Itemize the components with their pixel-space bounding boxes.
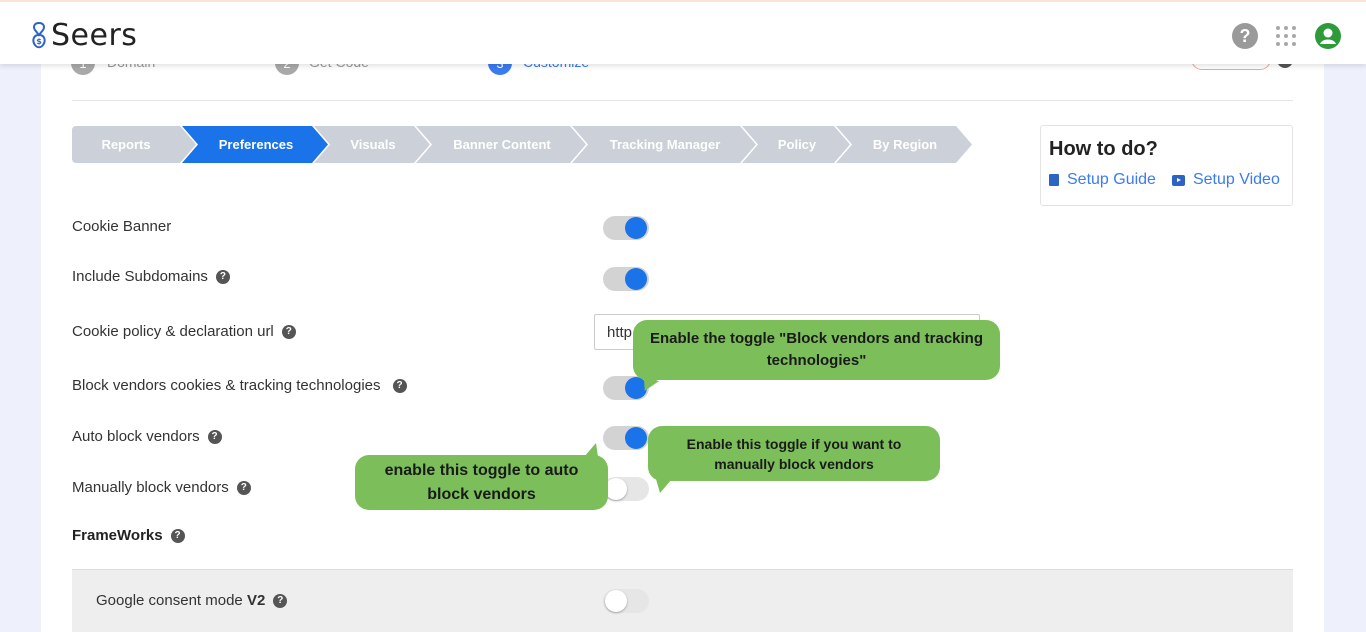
brand-name: Seers [51, 18, 138, 53]
divider [72, 100, 1293, 101]
auto-block-label: Auto block vendors [72, 428, 200, 445]
book-icon [1049, 174, 1059, 186]
gcm-version: V2 [246, 592, 266, 609]
callout-manual-block-text: Enable this toggle if you want to manual… [686, 435, 902, 472]
callout-auto-block-text: enable this toggle to auto block vendors [384, 461, 579, 503]
setup-guide-label: Setup Guide [1067, 171, 1156, 188]
include-subdomains-toggle[interactable] [603, 267, 649, 291]
setup-video-label: Setup Video [1192, 171, 1280, 188]
help-circle-icon[interactable]: ? [281, 324, 296, 339]
auto-block-row: Auto block vendors ? [72, 428, 222, 445]
help-circle-icon[interactable]: ? [273, 593, 288, 608]
tab-reports[interactable]: Reports [72, 126, 196, 163]
how-to-title: How to do? [1049, 138, 1158, 160]
google-consent-mode-row: Google consent mode V2 ? [96, 592, 288, 609]
help-circle-icon[interactable]: ? [170, 528, 185, 543]
video-icon [1171, 174, 1185, 186]
gcm-label: Google consent mode [96, 592, 243, 609]
help-icon[interactable]: ? [1232, 23, 1258, 49]
seers-logo-icon: $ [32, 21, 46, 48]
manual-block-label: Manually block vendors [72, 479, 229, 496]
setup-guide-link[interactable]: Setup Guide [1049, 171, 1156, 189]
top-bar: $ Seers ? [0, 0, 1366, 64]
help-circle-icon[interactable]: ? [392, 378, 407, 393]
svg-text:$: $ [36, 37, 42, 46]
tab-policy[interactable]: Policy [742, 126, 850, 163]
google-consent-mode-toggle[interactable] [603, 589, 649, 613]
cookie-banner-row: Cookie Banner [72, 218, 171, 235]
tab-tracking-manager[interactable]: Tracking Manager [572, 126, 756, 163]
manual-block-toggle[interactable] [603, 477, 649, 501]
frameworks-panel: Google consent mode V2 ? [72, 569, 1293, 632]
tab-visuals[interactable]: Visuals [314, 126, 430, 163]
callout-block-vendors-text: Enable the toggle "Block vendors and tra… [649, 330, 983, 369]
tab-preferences[interactable]: Preferences [182, 126, 328, 163]
block-vendors-label: Block vendors cookies & tracking technol… [72, 377, 381, 394]
help-circle-icon[interactable]: ? [207, 429, 222, 444]
include-subdomains-row: Include Subdomains ? [72, 268, 230, 285]
how-to-panel: How to do? Setup Guide Setup Video [1040, 125, 1293, 206]
seers-logo[interactable]: $ Seers [30, 18, 137, 53]
setup-video-link[interactable]: Setup Video [1171, 171, 1280, 189]
policy-url-row: Cookie policy & declaration url ? [72, 323, 296, 340]
auto-block-toggle[interactable] [603, 426, 649, 450]
apps-grid-icon[interactable] [1274, 24, 1298, 48]
tab-by-region[interactable]: By Region [836, 126, 972, 163]
frameworks-heading: FrameWorks ? [72, 527, 185, 544]
cookie-banner-toggle[interactable] [603, 216, 649, 240]
tab-banner-content[interactable]: Banner Content [416, 126, 586, 163]
cookie-banner-label: Cookie Banner [72, 218, 172, 235]
help-circle-icon[interactable]: ? [236, 480, 251, 495]
manual-block-row: Manually block vendors ? [72, 479, 251, 496]
callout-auto-block: enable this toggle to auto block vendors [355, 443, 608, 510]
help-circle-icon[interactable]: ? [215, 269, 230, 284]
frameworks-title: FrameWorks [72, 527, 163, 544]
callout-manual-block: Enable this toggle if you want to manual… [648, 426, 940, 493]
block-vendors-row: Block vendors cookies & tracking technol… [72, 377, 407, 394]
settings-tabs: Reports Preferences Visuals Banner Conte… [72, 126, 958, 163]
include-subdomains-label: Include Subdomains [72, 268, 208, 285]
callout-block-vendors: Enable the toggle "Block vendors and tra… [633, 320, 1000, 395]
user-account-icon[interactable] [1314, 22, 1342, 50]
policy-url-label: Cookie policy & declaration url [72, 323, 274, 340]
